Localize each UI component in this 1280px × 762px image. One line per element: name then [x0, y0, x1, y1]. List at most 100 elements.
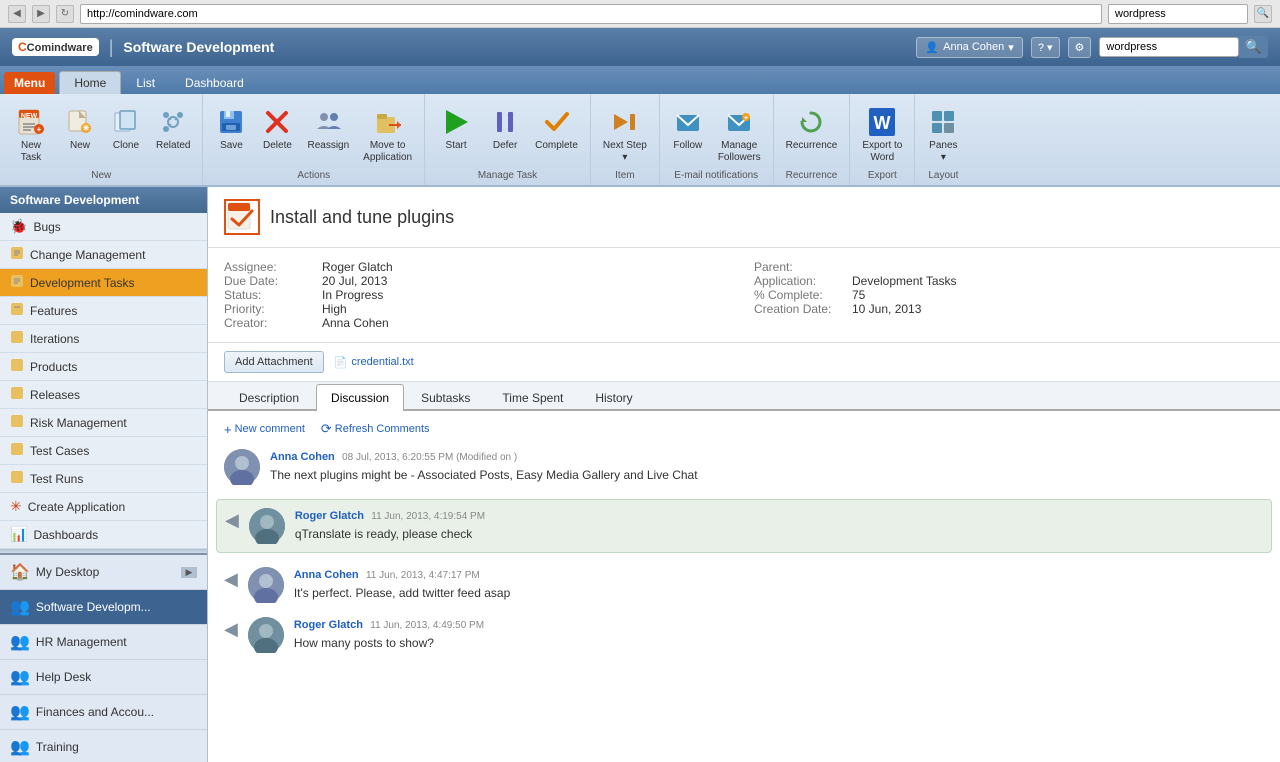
ribbon-actions-buttons: Save Delete: [209, 98, 418, 168]
main-layout: Software Development 🐞 Bugs Change Manag…: [0, 187, 1280, 762]
browser-search-button[interactable]: 🔍: [1254, 5, 1272, 23]
comment-meta-4: Roger Glatch 11 Jun, 2013, 4:49:50 PM: [294, 617, 1264, 631]
sidebar-item-iterations[interactable]: Iterations: [0, 325, 207, 353]
related-label: Related: [156, 140, 190, 152]
refresh-button[interactable]: ↻: [56, 5, 74, 23]
new-button[interactable]: ✳ New: [58, 102, 102, 156]
tab-subtasks[interactable]: Subtasks: [406, 384, 485, 411]
test-runs-icon: [10, 470, 24, 487]
new-task-button[interactable]: NEW + NewTask: [6, 102, 56, 168]
products-icon: [10, 358, 24, 375]
avatar-roger-2: [249, 508, 285, 544]
quote-mark-4: ◀: [224, 619, 238, 653]
delete-button[interactable]: Delete: [255, 102, 299, 156]
ribbon-group-manage-task: Start Defer Complete: [425, 94, 591, 185]
workspace-item-training[interactable]: 👥 Training: [0, 730, 207, 762]
browser-search-input[interactable]: [1108, 4, 1248, 24]
commenter-anna-3[interactable]: Anna Cohen: [294, 569, 359, 581]
sidebar-item-test-cases[interactable]: Test Cases: [0, 437, 207, 465]
tab-dashboard[interactable]: Dashboard: [170, 71, 259, 94]
new-task-label: NewTask: [21, 140, 42, 164]
attachment-file-link[interactable]: 📄 credential.txt: [334, 356, 414, 369]
tab-history[interactable]: History: [580, 384, 647, 411]
sidebar-item-create-application[interactable]: ✳ Create Application: [0, 493, 207, 521]
sidebar-item-products[interactable]: Products: [0, 353, 207, 381]
tab-description[interactable]: Description: [224, 384, 314, 411]
new-comment-link[interactable]: + New comment: [224, 421, 305, 437]
workspace-item-my-desktop[interactable]: 🏠 My Desktop ▶: [0, 555, 207, 590]
delete-icon: [261, 106, 293, 138]
finances-icon: 👥: [10, 702, 30, 722]
sidebar-section-title: Software Development: [0, 187, 207, 213]
tab-time-spent[interactable]: Time Spent: [487, 384, 578, 411]
workspace-item-help-desk[interactable]: 👥 Help Desk: [0, 660, 207, 695]
hr-management-icon: 👥: [10, 632, 30, 652]
help-button[interactable]: ? ▾: [1031, 37, 1060, 58]
add-attachment-button[interactable]: Add Attachment: [224, 351, 324, 373]
app-header: CComindware | Software Development 👤 Ann…: [0, 28, 1280, 66]
forward-button[interactable]: ▶: [32, 5, 50, 23]
commenter-roger-2[interactable]: Roger Glatch: [295, 510, 364, 522]
panes-icon: [927, 106, 959, 138]
clone-button[interactable]: Clone: [104, 102, 148, 156]
move-to-app-button[interactable]: Move toApplication: [357, 102, 418, 168]
follow-button[interactable]: Follow: [666, 102, 710, 156]
refresh-comments-link[interactable]: ⟳ Refresh Comments: [321, 421, 430, 437]
sidebar-item-features[interactable]: Features: [0, 297, 207, 325]
header-search-button[interactable]: 🔍: [1239, 36, 1268, 58]
ribbon-item-group-label: Item: [615, 168, 634, 185]
reassign-button[interactable]: Reassign: [301, 102, 355, 156]
export-word-icon: W: [866, 106, 898, 138]
save-button[interactable]: Save: [209, 102, 253, 156]
sidebar-item-risk-management[interactable]: Risk Management: [0, 409, 207, 437]
user-button[interactable]: 👤 Anna Cohen ▾: [916, 37, 1022, 58]
defer-button[interactable]: Defer: [483, 102, 527, 156]
tab-list[interactable]: List: [121, 71, 170, 94]
training-icon: 👥: [10, 737, 30, 757]
tab-discussion[interactable]: Discussion: [316, 384, 404, 411]
creation-date-value: 10 Jun, 2013: [852, 302, 921, 316]
complete-button[interactable]: Complete: [529, 102, 584, 156]
bugs-icon: 🐞: [10, 218, 27, 235]
recurrence-button[interactable]: Recurrence: [780, 102, 844, 156]
sidebar-releases-label: Releases: [30, 388, 80, 402]
sidebar-item-test-runs[interactable]: Test Runs: [0, 465, 207, 493]
title-separator: |: [109, 37, 114, 58]
sidebar-item-releases[interactable]: Releases: [0, 381, 207, 409]
commenter-roger-4[interactable]: Roger Glatch: [294, 619, 363, 631]
workspace-item-software-development[interactable]: 👥 Software Developm...: [0, 590, 207, 625]
risk-management-icon: [10, 414, 24, 431]
svg-text:✳: ✳: [82, 123, 90, 133]
panes-button[interactable]: Panes▾: [921, 102, 965, 168]
related-button[interactable]: Related: [150, 102, 196, 156]
workspace-item-finances[interactable]: 👥 Finances and Accou...: [0, 695, 207, 730]
quote-mark-3: ◀: [224, 569, 238, 603]
tab-home[interactable]: Home: [59, 71, 121, 94]
defer-label: Defer: [493, 140, 517, 152]
sidebar-item-dashboards[interactable]: 📊 Dashboards: [0, 521, 207, 549]
sidebar-item-bugs[interactable]: 🐞 Bugs: [0, 213, 207, 241]
sidebar-iterations-label: Iterations: [30, 332, 79, 346]
logo-area: CComindware | Software Development: [12, 37, 274, 58]
new-icon: ✳: [64, 106, 96, 138]
back-button[interactable]: ◀: [8, 5, 26, 23]
header-search-input[interactable]: [1099, 37, 1239, 57]
application-value: Development Tasks: [852, 274, 957, 288]
clone-label: Clone: [113, 140, 139, 152]
start-button[interactable]: Start: [431, 102, 481, 156]
ribbon-group-actions: Save Delete: [203, 94, 425, 185]
ribbon-group-item: Next Step▾ Item: [591, 94, 660, 185]
sidebar-item-change-management[interactable]: Change Management: [0, 241, 207, 269]
manage-followers-button[interactable]: + ManageFollowers: [712, 102, 767, 168]
url-bar[interactable]: [80, 4, 1102, 24]
commenter-anna-1[interactable]: Anna Cohen: [270, 451, 335, 463]
menu-button[interactable]: Menu: [4, 72, 55, 94]
settings-button[interactable]: ⚙: [1068, 37, 1092, 58]
complete-label: Complete: [535, 140, 578, 152]
sidebar-item-development-tasks[interactable]: Development Tasks: [0, 269, 207, 297]
ribbon-new-group-label: New: [91, 168, 111, 185]
export-word-button[interactable]: W Export toWord: [856, 102, 908, 168]
workspace-item-hr-management[interactable]: 👥 HR Management: [0, 625, 207, 660]
ribbon-recurrence-group-label: Recurrence: [786, 168, 838, 185]
next-step-button[interactable]: Next Step▾: [597, 102, 653, 168]
